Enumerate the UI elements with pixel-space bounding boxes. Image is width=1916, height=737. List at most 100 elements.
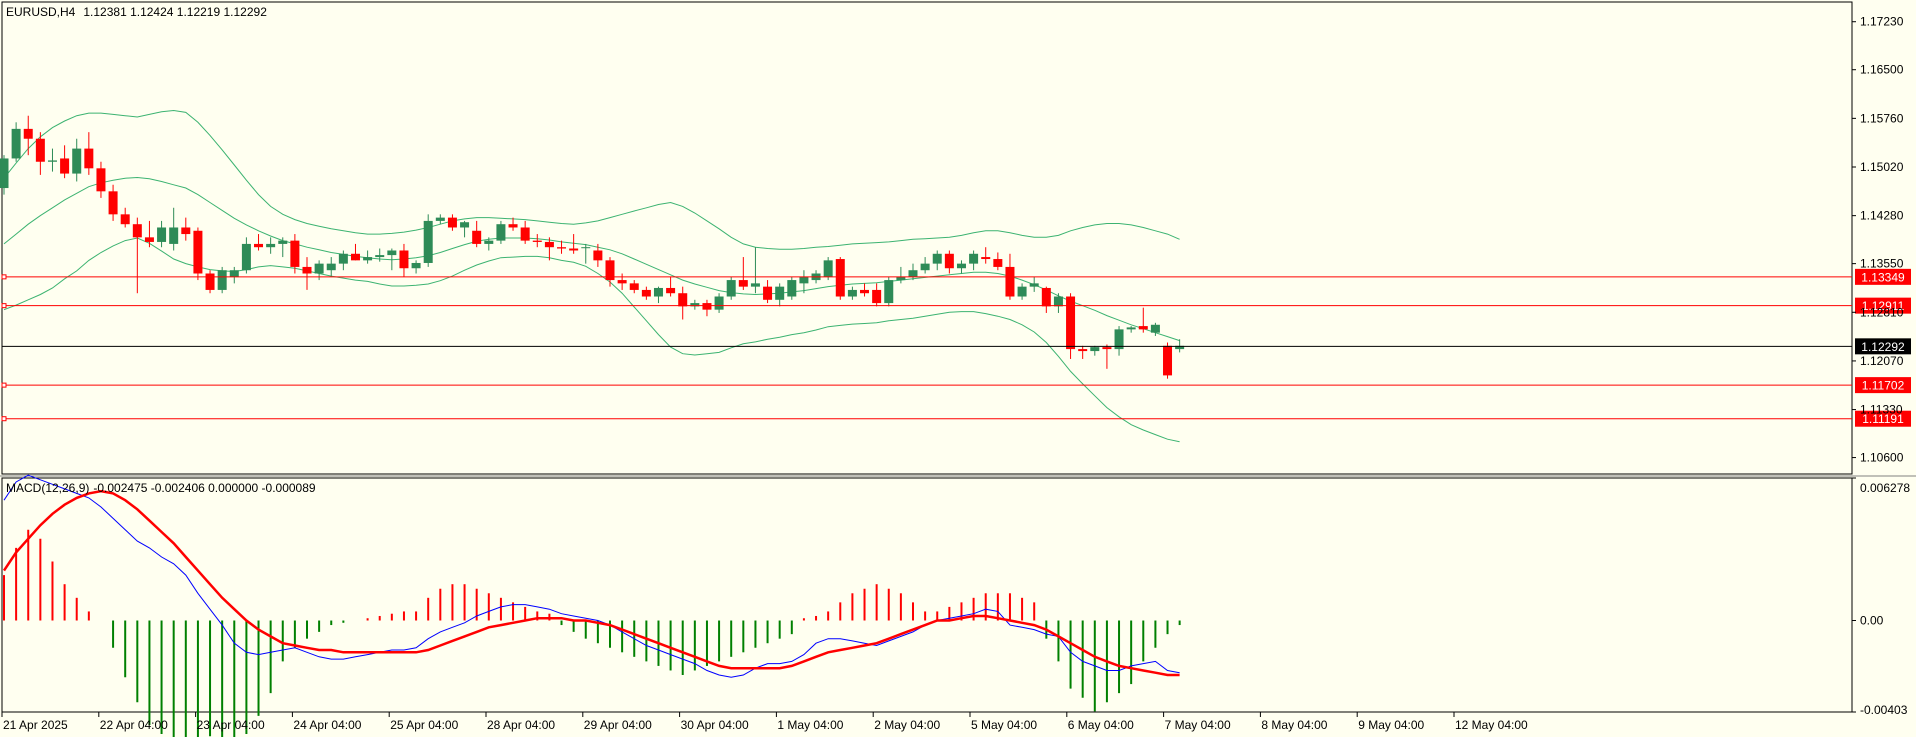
candle-body <box>775 286 785 300</box>
trading-chart[interactable]: 1.133491.129111.117021.111911.12292 1.17… <box>0 0 1916 737</box>
candle-body <box>1041 287 1051 307</box>
candle-body <box>302 266 312 274</box>
time-tick-label: 22 Apr 04:00 <box>100 718 168 732</box>
candle-body <box>750 283 760 287</box>
candle-body <box>653 287 663 297</box>
line-anchor <box>1 303 7 309</box>
candle-body <box>423 220 433 263</box>
candle-body <box>1053 296 1063 307</box>
candle-body <box>738 280 748 287</box>
candle-body <box>60 158 70 174</box>
candle-body <box>47 160 57 162</box>
candle-body <box>1090 347 1100 352</box>
candle-body <box>956 263 966 269</box>
time-tick-label: 29 Apr 04:00 <box>584 718 652 732</box>
candle-body <box>484 240 494 244</box>
candle-body <box>314 263 324 274</box>
candle-body <box>1126 327 1136 330</box>
time-tick-label: 8 May 04:00 <box>1261 718 1327 732</box>
candle-body <box>860 289 870 294</box>
candle-body <box>799 276 809 284</box>
macd-tick-label: 0.006278 <box>1860 481 1910 495</box>
candle-body <box>435 217 445 221</box>
candle-body <box>96 168 106 192</box>
candle-body <box>1138 326 1148 330</box>
time-tick-label: 1 May 04:00 <box>777 718 843 732</box>
candle-body <box>266 243 276 248</box>
candle-body <box>399 250 409 269</box>
time-tick-label: 23 Apr 04:00 <box>197 718 265 732</box>
candle-body <box>35 138 45 162</box>
ohlc-values: 1.12381 1.12424 1.12219 1.12292 <box>83 5 267 19</box>
candle-body <box>678 293 688 307</box>
price-tick-label: 1.15020 <box>1860 160 1904 174</box>
candle-body <box>108 191 118 215</box>
time-tick-label: 25 Apr 04:00 <box>390 718 458 732</box>
candle-body <box>11 128 21 159</box>
price-tick-label: 1.14280 <box>1860 209 1904 223</box>
candle-body <box>1102 347 1112 350</box>
candle-body <box>229 270 239 277</box>
candle-body <box>169 227 179 244</box>
candle-body <box>0 158 9 189</box>
price-tick-label: 1.16500 <box>1860 63 1904 77</box>
candle-body <box>787 280 797 297</box>
macd-header: MACD(12,26,9) -0.002475 -0.002406 0.00000… <box>6 481 316 495</box>
candle-body <box>278 240 288 244</box>
candle-body <box>969 253 979 264</box>
time-tick-label: 12 May 04:00 <box>1455 718 1528 732</box>
price-tick-label: 1.11330 <box>1860 403 1903 417</box>
price-tick-label: 1.12810 <box>1860 305 1904 319</box>
candle-body <box>1066 296 1076 350</box>
candle-body <box>338 253 348 264</box>
candle-body <box>544 241 554 248</box>
candle-body <box>714 296 724 310</box>
candle-body <box>520 227 530 241</box>
candle-body <box>84 148 94 169</box>
candle-body <box>1005 266 1015 297</box>
chart-header: EURUSD,H4 1.12381 1.12424 1.12219 1.12292 <box>6 5 267 19</box>
candle-body <box>932 253 942 264</box>
candle-body <box>920 263 930 271</box>
candle-body <box>617 280 627 284</box>
candle-body <box>120 214 130 225</box>
candle-body <box>241 243 251 271</box>
chart-background <box>0 0 1916 737</box>
time-tick-label: 9 May 04:00 <box>1358 718 1424 732</box>
line-anchor <box>1 382 7 388</box>
candle-body <box>726 280 736 297</box>
time-tick-label: 5 May 04:00 <box>971 718 1037 732</box>
candle-body <box>205 273 215 290</box>
candle-body <box>460 222 470 228</box>
candle-body <box>944 253 954 269</box>
candle-body <box>1163 345 1173 376</box>
candle-body <box>144 237 154 242</box>
candle-body <box>132 224 142 238</box>
candle-body <box>1029 283 1039 287</box>
candle-body <box>447 217 457 228</box>
candle-body <box>350 253 360 261</box>
candle-body <box>1150 324 1160 333</box>
candle-body <box>629 283 639 290</box>
candle-body <box>23 128 33 139</box>
candle-body <box>375 255 385 258</box>
candle-body <box>569 248 579 251</box>
candle-body <box>993 259 1003 267</box>
price-label: 1.13349 <box>1861 270 1905 284</box>
macd-tick-label: 0.00 <box>1860 614 1884 628</box>
candle-body <box>472 230 482 244</box>
macd-label: MACD(12,26,9) <box>6 481 89 495</box>
candle-body <box>884 280 894 304</box>
time-tick-label: 2 May 04:00 <box>874 718 940 732</box>
time-tick-label: 24 Apr 04:00 <box>293 718 361 732</box>
price-tick-label: 1.15760 <box>1860 111 1904 125</box>
candle-body <box>581 247 591 249</box>
candle-body <box>1078 349 1088 352</box>
candle-body <box>217 270 227 290</box>
price-label: 1.11702 <box>1862 379 1905 393</box>
price-tick-label: 1.13550 <box>1860 257 1904 271</box>
time-tick-label: 21 Apr 2025 <box>3 718 68 732</box>
candle-body <box>290 240 300 267</box>
candle-body <box>193 230 203 274</box>
candle-body <box>702 303 712 310</box>
